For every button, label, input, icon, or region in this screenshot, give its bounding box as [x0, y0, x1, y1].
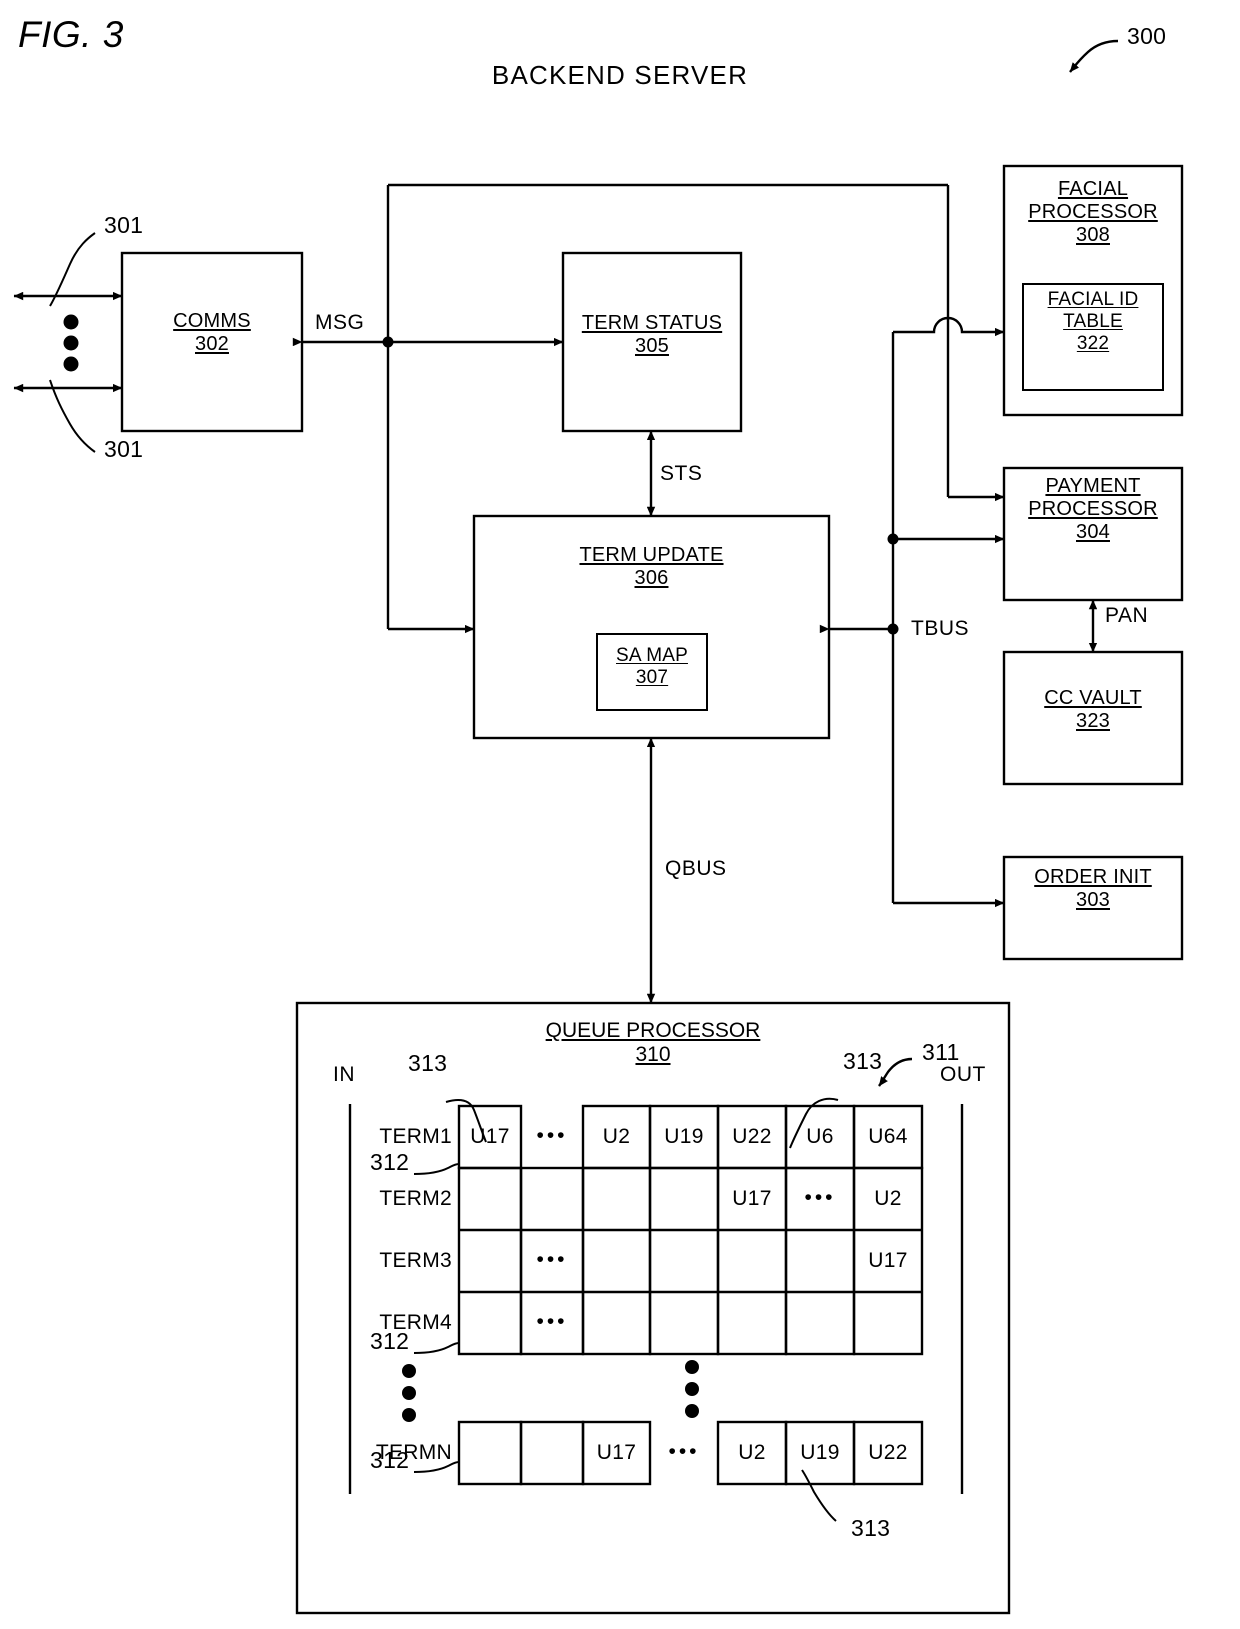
- queue-cell-rNc4-ellipsis: •••: [668, 1440, 700, 1463]
- box-ref-term-update: 306: [634, 567, 669, 589]
- ref-312-a: 312: [370, 1149, 410, 1175]
- ref-313-c: 313: [851, 1515, 891, 1541]
- leader-313-c: [801, 1469, 837, 1522]
- queue-cell-rNc5: U2: [738, 1441, 766, 1464]
- box-label-facial-processor: FACIAL PROCESSOR 308: [1004, 178, 1182, 247]
- figure-label: FIG. 3: [18, 14, 124, 55]
- queue-processor-ref: 310: [635, 1043, 671, 1066]
- queue-cell-r2c5: U17: [732, 1187, 772, 1210]
- page-title: BACKEND SERVER: [491, 60, 749, 90]
- ref-311: 311: [922, 1039, 960, 1065]
- box-ref-sa-map: 307: [635, 667, 669, 688]
- box-title-facial-id-table-line2: TABLE: [1063, 311, 1123, 332]
- box-title-facial-processor-line1: FACIAL: [1057, 178, 1129, 200]
- queue-cell-r2c7: U2: [874, 1187, 902, 1210]
- box-label-sa-map: SA MAP 307: [597, 645, 707, 689]
- queue-row-label-term1: TERM1: [379, 1125, 452, 1148]
- queue-row-label-term4: TERM4: [379, 1311, 452, 1334]
- ref-301-top: 301: [104, 212, 144, 238]
- junction-msg: [382, 336, 394, 348]
- box-ref-comms: 302: [195, 333, 229, 355]
- queue-vertical-ellipsis: [402, 1360, 699, 1422]
- box-label-term-update: TERM UPDATE 306: [474, 544, 829, 590]
- queue-cell-r3c7: U17: [868, 1249, 908, 1272]
- box-title-term-update: TERM UPDATE: [579, 544, 724, 566]
- queue-cell-r1c4: U19: [664, 1125, 704, 1148]
- leader-301-bottom: [49, 379, 96, 453]
- terminal-ellipsis: [63, 314, 79, 372]
- box-label-payment-processor: PAYMENT PROCESSOR 304: [1004, 475, 1182, 544]
- queue-processor-title: QUEUE PROCESSOR 310: [297, 1019, 1009, 1067]
- signal-label-sts: STS: [660, 462, 703, 485]
- queue-cell-r1c3: U2: [602, 1125, 631, 1148]
- box-title-order-init: ORDER INIT: [1034, 866, 1152, 888]
- signal-label-qbus: QBUS: [665, 857, 727, 880]
- box-label-order-init: ORDER INIT 303: [1004, 866, 1182, 912]
- ref-313-a: 313: [408, 1050, 448, 1076]
- queue-cell-r1c6: U6: [806, 1125, 834, 1148]
- queue-row-label-term2: TERM2: [379, 1187, 452, 1210]
- queue-cell-rNc6: U19: [800, 1441, 840, 1464]
- box-title-payment-processor-line2: PROCESSOR: [1028, 498, 1158, 520]
- box-ref-payment-processor: 304: [1076, 521, 1110, 543]
- queue-processor-title-text: QUEUE PROCESSOR: [545, 1019, 761, 1042]
- queue-cell-rNc3: U17: [596, 1441, 637, 1464]
- patent-figure-3: FIG. 3 BACKEND SERVER 300 301 301 COMMS …: [0, 0, 1240, 1629]
- box-title-comms: COMMS: [173, 310, 251, 332]
- junction-tbus-payment: [887, 533, 899, 545]
- box-ref-term-status: 305: [635, 335, 669, 357]
- box-ref-facial-id-table: 322: [1076, 333, 1110, 354]
- queue-cell-r1c7: U64: [868, 1125, 908, 1148]
- ref-313-b: 313: [843, 1048, 883, 1074]
- box-label-term-status: TERM STATUS 305: [563, 312, 741, 358]
- queue-cell-r1c2-ellipsis: •••: [536, 1124, 568, 1147]
- box-title-cc-vault: CC VAULT: [1044, 687, 1142, 709]
- box-label-comms: COMMS 302: [122, 310, 302, 356]
- junction-tbus-termupdate: [887, 623, 899, 635]
- queue-out-label: OUT: [940, 1063, 986, 1086]
- queue-cell-r4c2-ellipsis: •••: [536, 1310, 568, 1333]
- queue-cell-r3c2-ellipsis: •••: [536, 1248, 568, 1271]
- box-title-payment-processor-line1: PAYMENT: [1045, 475, 1141, 497]
- signal-label-pan: PAN: [1105, 604, 1149, 627]
- box-title-term-status: TERM STATUS: [581, 312, 723, 334]
- queue-in-label: IN: [333, 1063, 355, 1086]
- queue-cell-r1c1: U17: [470, 1125, 510, 1148]
- box-ref-facial-processor: 308: [1076, 224, 1110, 246]
- ref-301-bottom: 301: [104, 436, 144, 462]
- box-ref-order-init: 303: [1076, 889, 1110, 911]
- signal-label-msg: MSG: [315, 311, 365, 334]
- leader-312-a: [413, 1163, 460, 1175]
- queue-cell-r2c6-ellipsis: •••: [804, 1186, 836, 1209]
- box-ref-cc-vault: 323: [1076, 710, 1110, 732]
- box-title-sa-map: SA MAP: [616, 645, 688, 666]
- leader-312-b: [413, 1342, 460, 1354]
- ref-300: 300: [1127, 23, 1167, 49]
- queue-row-label-term3: TERM3: [379, 1249, 452, 1272]
- box-title-facial-id-table-line1: FACIAL ID: [1047, 289, 1139, 310]
- queue-row-label-termn: TERMN: [375, 1441, 452, 1464]
- queue-cell-r1c5: U22: [732, 1125, 772, 1148]
- box-queue-processor: [295, 1001, 1011, 1615]
- box-title-facial-processor-line2: PROCESSOR: [1028, 201, 1158, 223]
- signal-label-tbus: TBUS: [911, 617, 970, 640]
- box-label-facial-id-table: FACIAL ID TABLE 322: [1023, 289, 1163, 355]
- queue-cell-rNc7: U22: [868, 1441, 908, 1464]
- box-label-cc-vault: CC VAULT 323: [1004, 687, 1182, 733]
